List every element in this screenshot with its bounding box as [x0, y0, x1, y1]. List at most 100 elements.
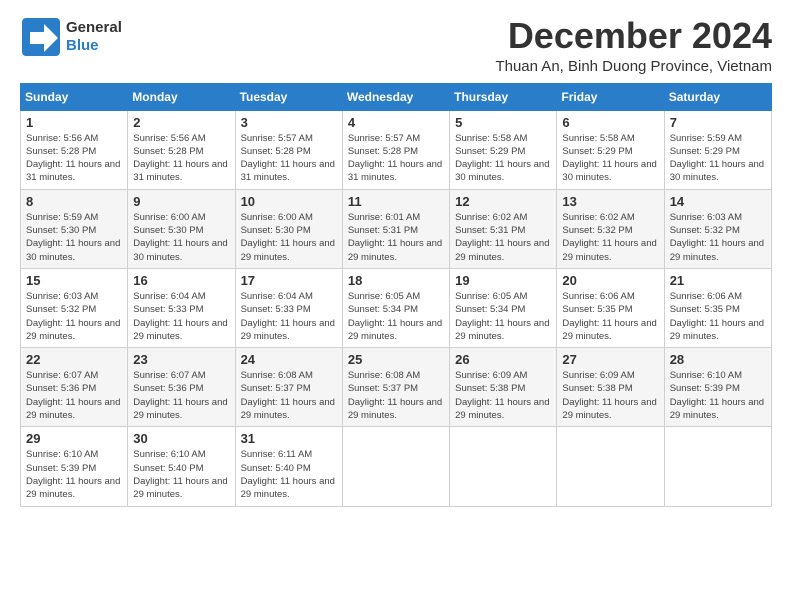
day-number: 28 [670, 352, 766, 367]
day-number: 13 [562, 194, 658, 209]
day-cell-1: 1 Sunrise: 5:56 AM Sunset: 5:28 PM Dayli… [21, 110, 128, 189]
month-title: December 2024 [495, 16, 772, 56]
weekday-header-friday: Friday [557, 83, 664, 110]
weekday-header-row: SundayMondayTuesdayWednesdayThursdayFrid… [21, 83, 772, 110]
day-info: Sunrise: 6:00 AM Sunset: 5:30 PM Dayligh… [133, 211, 229, 264]
day-info: Sunrise: 6:07 AM Sunset: 5:36 PM Dayligh… [26, 369, 122, 422]
location-title: Thuan An, Binh Duong Province, Vietnam [495, 58, 772, 75]
day-number: 12 [455, 194, 551, 209]
day-cell-21: 21 Sunrise: 6:06 AM Sunset: 5:35 PM Dayl… [664, 268, 771, 347]
week-row-2: 8 Sunrise: 5:59 AM Sunset: 5:30 PM Dayli… [21, 189, 772, 268]
logo-icon [20, 16, 62, 58]
day-number: 15 [26, 273, 122, 288]
title-area: December 2024 Thuan An, Binh Duong Provi… [495, 16, 772, 75]
empty-cell [557, 427, 664, 506]
week-row-5: 29 Sunrise: 6:10 AM Sunset: 5:39 PM Dayl… [21, 427, 772, 506]
day-cell-30: 30 Sunrise: 6:10 AM Sunset: 5:40 PM Dayl… [128, 427, 235, 506]
day-info: Sunrise: 6:10 AM Sunset: 5:40 PM Dayligh… [133, 448, 229, 501]
day-info: Sunrise: 6:10 AM Sunset: 5:39 PM Dayligh… [670, 369, 766, 422]
day-cell-22: 22 Sunrise: 6:07 AM Sunset: 5:36 PM Dayl… [21, 348, 128, 427]
day-cell-11: 11 Sunrise: 6:01 AM Sunset: 5:31 PM Dayl… [342, 189, 449, 268]
day-cell-7: 7 Sunrise: 5:59 AM Sunset: 5:29 PM Dayli… [664, 110, 771, 189]
day-cell-19: 19 Sunrise: 6:05 AM Sunset: 5:34 PM Dayl… [450, 268, 557, 347]
day-info: Sunrise: 6:02 AM Sunset: 5:32 PM Dayligh… [562, 211, 658, 264]
day-number: 2 [133, 115, 229, 130]
day-number: 9 [133, 194, 229, 209]
logo: General Blue [20, 16, 122, 58]
day-info: Sunrise: 6:06 AM Sunset: 5:35 PM Dayligh… [670, 290, 766, 343]
day-number: 8 [26, 194, 122, 209]
day-info: Sunrise: 5:58 AM Sunset: 5:29 PM Dayligh… [455, 132, 551, 185]
day-cell-3: 3 Sunrise: 5:57 AM Sunset: 5:28 PM Dayli… [235, 110, 342, 189]
day-cell-25: 25 Sunrise: 6:08 AM Sunset: 5:37 PM Dayl… [342, 348, 449, 427]
day-info: Sunrise: 5:59 AM Sunset: 5:30 PM Dayligh… [26, 211, 122, 264]
day-cell-16: 16 Sunrise: 6:04 AM Sunset: 5:33 PM Dayl… [128, 268, 235, 347]
day-info: Sunrise: 5:56 AM Sunset: 5:28 PM Dayligh… [26, 132, 122, 185]
day-cell-18: 18 Sunrise: 6:05 AM Sunset: 5:34 PM Dayl… [342, 268, 449, 347]
day-cell-5: 5 Sunrise: 5:58 AM Sunset: 5:29 PM Dayli… [450, 110, 557, 189]
logo-text: General Blue [66, 19, 122, 55]
day-cell-27: 27 Sunrise: 6:09 AM Sunset: 5:38 PM Dayl… [557, 348, 664, 427]
day-number: 16 [133, 273, 229, 288]
day-info: Sunrise: 5:57 AM Sunset: 5:28 PM Dayligh… [241, 132, 337, 185]
day-cell-8: 8 Sunrise: 5:59 AM Sunset: 5:30 PM Dayli… [21, 189, 128, 268]
weekday-header-saturday: Saturday [664, 83, 771, 110]
day-info: Sunrise: 6:04 AM Sunset: 5:33 PM Dayligh… [241, 290, 337, 343]
day-cell-20: 20 Sunrise: 6:06 AM Sunset: 5:35 PM Dayl… [557, 268, 664, 347]
weekday-header-tuesday: Tuesday [235, 83, 342, 110]
day-cell-28: 28 Sunrise: 6:10 AM Sunset: 5:39 PM Dayl… [664, 348, 771, 427]
day-info: Sunrise: 6:09 AM Sunset: 5:38 PM Dayligh… [455, 369, 551, 422]
day-cell-10: 10 Sunrise: 6:00 AM Sunset: 5:30 PM Dayl… [235, 189, 342, 268]
day-cell-2: 2 Sunrise: 5:56 AM Sunset: 5:28 PM Dayli… [128, 110, 235, 189]
day-number: 3 [241, 115, 337, 130]
day-number: 6 [562, 115, 658, 130]
day-info: Sunrise: 5:57 AM Sunset: 5:28 PM Dayligh… [348, 132, 444, 185]
day-number: 1 [26, 115, 122, 130]
day-number: 29 [26, 431, 122, 446]
day-cell-13: 13 Sunrise: 6:02 AM Sunset: 5:32 PM Dayl… [557, 189, 664, 268]
day-info: Sunrise: 6:07 AM Sunset: 5:36 PM Dayligh… [133, 369, 229, 422]
day-info: Sunrise: 6:06 AM Sunset: 5:35 PM Dayligh… [562, 290, 658, 343]
day-info: Sunrise: 5:58 AM Sunset: 5:29 PM Dayligh… [562, 132, 658, 185]
day-info: Sunrise: 6:03 AM Sunset: 5:32 PM Dayligh… [26, 290, 122, 343]
day-number: 7 [670, 115, 766, 130]
day-number: 26 [455, 352, 551, 367]
day-cell-6: 6 Sunrise: 5:58 AM Sunset: 5:29 PM Dayli… [557, 110, 664, 189]
day-number: 22 [26, 352, 122, 367]
day-info: Sunrise: 6:08 AM Sunset: 5:37 PM Dayligh… [348, 369, 444, 422]
page-header: General Blue December 2024 Thuan An, Bin… [20, 16, 772, 75]
empty-cell [450, 427, 557, 506]
day-cell-17: 17 Sunrise: 6:04 AM Sunset: 5:33 PM Dayl… [235, 268, 342, 347]
week-row-1: 1 Sunrise: 5:56 AM Sunset: 5:28 PM Dayli… [21, 110, 772, 189]
logo-general: General [66, 19, 122, 36]
day-cell-15: 15 Sunrise: 6:03 AM Sunset: 5:32 PM Dayl… [21, 268, 128, 347]
day-number: 5 [455, 115, 551, 130]
day-cell-24: 24 Sunrise: 6:08 AM Sunset: 5:37 PM Dayl… [235, 348, 342, 427]
day-number: 25 [348, 352, 444, 367]
day-info: Sunrise: 6:04 AM Sunset: 5:33 PM Dayligh… [133, 290, 229, 343]
day-info: Sunrise: 6:02 AM Sunset: 5:31 PM Dayligh… [455, 211, 551, 264]
day-number: 20 [562, 273, 658, 288]
week-row-3: 15 Sunrise: 6:03 AM Sunset: 5:32 PM Dayl… [21, 268, 772, 347]
day-cell-29: 29 Sunrise: 6:10 AM Sunset: 5:39 PM Dayl… [21, 427, 128, 506]
weekday-header-monday: Monday [128, 83, 235, 110]
day-number: 27 [562, 352, 658, 367]
day-number: 10 [241, 194, 337, 209]
empty-cell [664, 427, 771, 506]
day-cell-26: 26 Sunrise: 6:09 AM Sunset: 5:38 PM Dayl… [450, 348, 557, 427]
empty-cell [342, 427, 449, 506]
calendar-table: SundayMondayTuesdayWednesdayThursdayFrid… [20, 83, 772, 507]
day-info: Sunrise: 6:05 AM Sunset: 5:34 PM Dayligh… [455, 290, 551, 343]
week-row-4: 22 Sunrise: 6:07 AM Sunset: 5:36 PM Dayl… [21, 348, 772, 427]
weekday-header-sunday: Sunday [21, 83, 128, 110]
day-number: 14 [670, 194, 766, 209]
day-info: Sunrise: 6:03 AM Sunset: 5:32 PM Dayligh… [670, 211, 766, 264]
day-number: 21 [670, 273, 766, 288]
logo-blue: Blue [66, 37, 99, 54]
day-info: Sunrise: 5:59 AM Sunset: 5:29 PM Dayligh… [670, 132, 766, 185]
weekday-header-wednesday: Wednesday [342, 83, 449, 110]
day-number: 31 [241, 431, 337, 446]
day-number: 19 [455, 273, 551, 288]
day-number: 24 [241, 352, 337, 367]
day-cell-31: 31 Sunrise: 6:11 AM Sunset: 5:40 PM Dayl… [235, 427, 342, 506]
